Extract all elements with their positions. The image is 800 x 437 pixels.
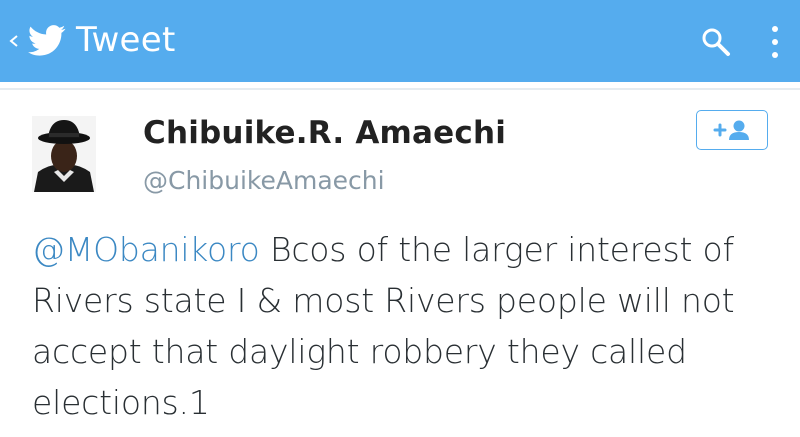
display-name[interactable]: Chibuike.R. Amaechi — [143, 115, 506, 151]
user-handle[interactable]: @ChibuikeAmaechi — [143, 166, 385, 195]
follow-button[interactable] — [696, 110, 768, 150]
overflow-menu-icon[interactable] — [764, 22, 786, 62]
mention-link[interactable]: @MObanikoro — [32, 230, 260, 269]
tweet-text: @MObanikoro Bcos of the larger interest … — [32, 224, 782, 428]
top-app-bar: Tweet — [0, 0, 800, 82]
header-divider — [0, 88, 800, 90]
twitter-bird-icon[interactable] — [28, 25, 66, 57]
page-title: Tweet — [76, 20, 176, 60]
follow-user-icon — [713, 120, 749, 140]
avatar[interactable] — [32, 116, 96, 192]
chevron-left-icon[interactable] — [6, 28, 22, 54]
search-icon[interactable] — [700, 26, 732, 58]
